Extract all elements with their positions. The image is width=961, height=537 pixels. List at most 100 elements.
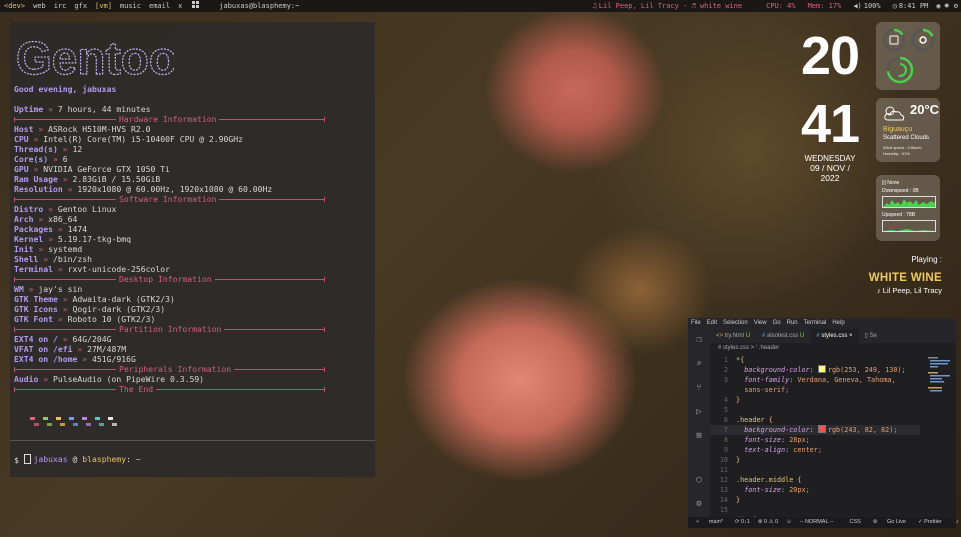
info-key: WM: [14, 284, 24, 294]
workspace-gfx[interactable]: gfx: [70, 0, 91, 12]
weather-widget: 20°C Biguauçu Scattered Clouds Wind spee…: [876, 98, 940, 162]
code-line[interactable]: 8 font-size: 28px;: [710, 435, 920, 445]
code-editor[interactable]: 1 *{2 background-color: rgb(253, 249, 130…: [710, 355, 920, 525]
remote-icon[interactable]: ☺: [782, 517, 796, 528]
info-value: 5.19.17-tkg-bmq: [57, 234, 131, 244]
line-number: 4: [723, 396, 728, 404]
workspace-vm[interactable]: [vm]: [91, 0, 116, 12]
go-live[interactable]: ⊚ Go Live: [865, 517, 914, 528]
code-line[interactable]: 3 font-family: Verdana, Geneva, Tahoma,: [710, 375, 920, 385]
section-rule-tick: [324, 197, 325, 202]
player-artist: Lil Peep, Lil Tracy: [882, 286, 942, 295]
info-row: GTK Icons » Qogir-dark (GTK2/3): [14, 304, 165, 314]
tab-settings[interactable]: ▯ Se: [859, 329, 883, 343]
line-number: 7: [723, 426, 728, 434]
code-line[interactable]: 11: [710, 465, 920, 475]
code-line[interactable]: 5: [710, 405, 920, 415]
prompt-input[interactable]: $: [14, 454, 31, 465]
code-line[interactable]: 10}: [710, 455, 920, 465]
info-value: 2.83GiB / 15.50GiB: [72, 174, 161, 184]
steam-icon[interactable]: ◉: [934, 0, 942, 12]
extensions-icon[interactable]: ⊞: [694, 431, 704, 441]
volume[interactable]: ◀) 100%: [847, 0, 886, 12]
menu-go[interactable]: Go: [770, 318, 784, 329]
section-rule-tick: [14, 117, 15, 122]
line-number: 14: [719, 496, 728, 504]
workspace-irc[interactable]: irc: [50, 0, 71, 12]
code-line[interactable]: 12 .header.middle {: [710, 475, 920, 485]
palette-swatch: [95, 417, 100, 420]
info-key: Ram Usage: [14, 174, 58, 184]
code-line[interactable]: 2 background-color: rgb(253, 249, 130);: [710, 365, 920, 375]
run-debug-icon[interactable]: ▷: [694, 407, 704, 417]
activity-bar: ❐ ⌕ ⑂ ▷ ⊞ ◯ ⚙: [688, 329, 710, 517]
vim-mode: -- NORMAL --: [799, 519, 834, 525]
menu-help[interactable]: Help: [829, 318, 847, 329]
workspace-email[interactable]: email: [145, 0, 174, 12]
problems[interactable]: ⊗ 0 ⚠ 0: [754, 517, 782, 528]
terminal-window[interactable]: Gentoo Good evening, jabuxas Uptime » 7 …: [10, 22, 375, 477]
git-sync[interactable]: ⟳ 0↓1: [731, 517, 754, 528]
workspace-web[interactable]: web: [29, 0, 50, 12]
source-control-icon[interactable]: ⑂: [694, 383, 704, 393]
menu-file[interactable]: File: [688, 318, 704, 329]
clock-tray[interactable]: ◷ 8:41 PM: [887, 0, 935, 12]
close-icon[interactable]: ×: [849, 333, 853, 339]
desktop-clock: 20 41 WEDNESDAY 09 / NOV / 2022: [800, 26, 860, 183]
info-row: Audio » PulseAudio (on PipeWire 0.3.59): [14, 374, 204, 384]
info-key: Resolution: [14, 184, 63, 194]
code-line[interactable]: 7 background-color: rgb(243, 82, 82);: [710, 425, 920, 435]
code-line[interactable]: 4}: [710, 395, 920, 405]
color-swatch[interactable]: [817, 425, 826, 433]
grid-icon[interactable]: [186, 0, 205, 12]
tab-styles-css[interactable]: # styles.css ×: [810, 329, 859, 343]
menu-terminal[interactable]: Terminal: [801, 318, 830, 329]
minimap[interactable]: [926, 355, 954, 435]
weather-temp: 20°C: [910, 102, 940, 117]
code-line[interactable]: 15: [710, 505, 920, 515]
info-row: EXT4 on /home » 451G/916G: [14, 354, 136, 364]
section-rule: [14, 389, 324, 390]
tab-alsotest-css[interactable]: # alsotest.css U: [756, 329, 810, 343]
player-artist-line: ♪ Lil Peep, Lil Tracy: [860, 286, 942, 295]
menu-selection[interactable]: Selection: [720, 318, 751, 329]
git-branch[interactable]: ⑂ main*: [688, 517, 731, 528]
info-value: ASRock H510M-HVS R2.0: [48, 124, 151, 134]
breadcrumb[interactable]: # styles.css > ‘ .header: [718, 345, 779, 351]
separator: »: [62, 304, 68, 314]
uptime-line: Uptime » 7 hours, 44 minutes: [14, 104, 150, 114]
tab-try-html[interactable]: <> try.html U: [710, 329, 756, 343]
vscode-window[interactable]: File Edit Selection View Go Run Terminal…: [688, 318, 959, 528]
line-number: 11: [719, 466, 728, 474]
account-icon[interactable]: ◯: [694, 475, 704, 485]
prettier[interactable]: ✓ Prettier: [914, 517, 946, 528]
code-line[interactable]: sans-serif;: [710, 385, 920, 395]
color-swatch[interactable]: [817, 365, 826, 373]
menu-edit[interactable]: Edit: [704, 318, 720, 329]
gear-icon[interactable]: ⚙: [694, 499, 704, 509]
speaker-icon: ◀): [853, 2, 862, 10]
music-note-icon: ♪: [876, 286, 881, 295]
now-playing[interactable]: ♫ Lil Peep, Lil Tracy - ♬ white wine: [587, 0, 749, 12]
code-line[interactable]: 9 text-align: center;: [710, 445, 920, 455]
code-text: }: [736, 396, 741, 404]
info-value: Adwaita-dark (GTK2/3): [72, 294, 175, 304]
settings-icon[interactable]: ⚙: [951, 0, 961, 12]
explorer-icon[interactable]: ❐: [694, 335, 704, 345]
code-line[interactable]: 1 *{: [710, 355, 920, 365]
workspace-music[interactable]: music: [116, 0, 145, 12]
workspace-dev[interactable]: <dev>: [0, 0, 29, 12]
workspace-x[interactable]: x: [174, 0, 186, 12]
menu-run[interactable]: Run: [784, 318, 801, 329]
file-icon: ▯: [864, 333, 868, 339]
info-value: 27M/487M: [87, 344, 127, 354]
code-line[interactable]: 14}: [710, 495, 920, 505]
code-line[interactable]: 6 .header {: [710, 415, 920, 425]
search-icon[interactable]: ⌕: [694, 359, 704, 369]
menu-view[interactable]: View: [751, 318, 770, 329]
code-line[interactable]: 13 font-size: 20px;: [710, 485, 920, 495]
language-mode[interactable]: CSS: [846, 517, 865, 528]
info-key: Init: [14, 244, 34, 254]
discord-icon[interactable]: ☻: [943, 0, 951, 12]
bell-icon[interactable]: ♪: [952, 517, 961, 528]
